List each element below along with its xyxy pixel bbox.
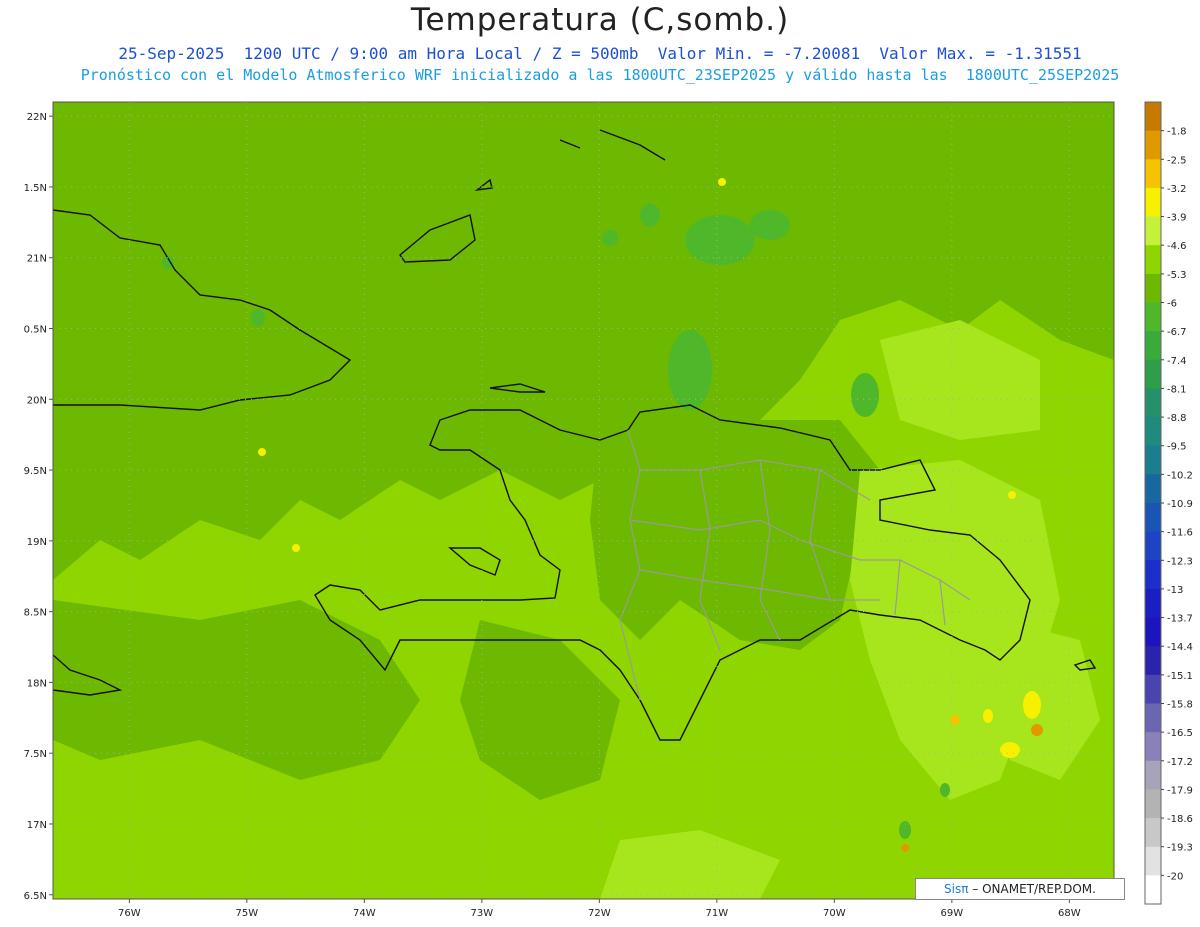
colorbar-label: -11.6: [1167, 528, 1193, 539]
colorbar-label: -3.9: [1167, 213, 1187, 224]
colorbar-label: -15.8: [1167, 700, 1193, 711]
colorbar-label: -6: [1167, 299, 1177, 310]
lon-label: 73W: [471, 908, 494, 919]
colorbar-swatch: [1145, 560, 1161, 590]
colorbar-swatch: [1145, 216, 1161, 246]
lon-label: 76W: [118, 908, 141, 919]
colorbar-label: -14.4: [1167, 642, 1193, 653]
colorbar-swatch: [1145, 531, 1161, 561]
lat-label: 22N: [27, 112, 47, 123]
colorbar-swatch: [1145, 503, 1161, 533]
colorbar-label: -17.9: [1167, 785, 1193, 796]
lon-label: 70W: [823, 908, 846, 919]
colorbar-swatch: [1145, 187, 1161, 218]
lon-label: 71W: [706, 908, 729, 919]
colorbar-swatch: [1145, 388, 1161, 418]
credit-box: Sisπ – ONAMET/REP.DOM.: [915, 878, 1125, 900]
colorbar-swatch: [1145, 102, 1161, 132]
colorbar-label: -2.5: [1167, 155, 1187, 166]
colorbar-swatch: [1145, 789, 1161, 819]
colorbar-swatch: [1145, 674, 1161, 704]
colorbar-swatch: [1145, 273, 1161, 303]
credit-brand: Sisπ: [944, 882, 969, 896]
colorbar-swatch: [1145, 474, 1161, 504]
colorbar-label: -19.3: [1167, 843, 1193, 854]
colorbar-label: -8.8: [1167, 413, 1187, 424]
colorbar-label: -13.7: [1167, 614, 1193, 625]
colorbar-label: -10.2: [1167, 470, 1193, 481]
lat-label: 19N: [27, 537, 47, 548]
colorbar-label: -8.1: [1167, 384, 1187, 395]
colorbar-label: -17.2: [1167, 757, 1193, 768]
lat-label: 8.5N: [24, 608, 47, 619]
colorbar-swatch: [1145, 302, 1161, 332]
colorbar-label: -5.3: [1167, 270, 1187, 281]
lon-label: 75W: [236, 908, 259, 919]
lat-label: 21N: [27, 254, 47, 265]
colorbar-swatch: [1145, 331, 1161, 361]
colorbar-swatch: [1145, 445, 1161, 475]
lat-label: 18N: [27, 678, 47, 689]
colorbar-label: -15.1: [1167, 671, 1193, 682]
lon-label: 68W: [1058, 908, 1081, 919]
lat-label: 6.5N: [24, 891, 47, 902]
lat-label: 1.5N: [24, 183, 47, 194]
lat-label: 17N: [27, 820, 47, 831]
colorbar-label: -1.8: [1167, 127, 1187, 138]
colorbar-label: -6.7: [1167, 327, 1187, 338]
colorbar-label: -4.6: [1167, 241, 1187, 252]
colorbar-label: -16.5: [1167, 728, 1193, 739]
colorbar-label: -18.6: [1167, 814, 1193, 825]
colorbar-label: -13: [1167, 585, 1183, 596]
lon-label: 69W: [941, 908, 964, 919]
lat-label: 7.5N: [24, 749, 47, 760]
colorbar-label: -20: [1167, 871, 1183, 882]
colorbar-swatch: [1145, 617, 1161, 647]
colorbar-swatch: [1145, 130, 1161, 160]
colorbar-swatch: [1145, 703, 1161, 733]
colorbar-swatch: [1145, 159, 1161, 189]
lat-label: 20N: [27, 395, 47, 406]
lat-label: 0.5N: [24, 325, 47, 336]
colorbar-label: -3.2: [1167, 184, 1187, 195]
colorbar-swatch: [1145, 417, 1161, 447]
colorbar-label: -10.9: [1167, 499, 1193, 510]
lon-label: 74W: [353, 908, 376, 919]
colorbar-swatch: [1145, 359, 1161, 389]
colorbar-swatch: [1145, 875, 1161, 905]
colorbar-swatch: [1145, 732, 1161, 762]
credit-text: – ONAMET/REP.DOM.: [968, 882, 1096, 896]
temperature-map: 22N 1.5N 21N 0.5N 20N 9.5N 19N 8.5N 18N 7.5N 17N 6.…: [24, 101, 1193, 919]
colorbar-swatch: [1145, 245, 1161, 275]
colorbar-swatch: [1145, 846, 1161, 876]
colorbar-swatch: [1145, 588, 1161, 619]
lat-label: 9.5N: [24, 466, 47, 477]
colorbar-swatch: [1145, 760, 1161, 790]
colorbar-label: -12.3: [1167, 556, 1193, 567]
colorbar-swatch: [1145, 646, 1161, 676]
colorbar-swatch: [1145, 818, 1161, 848]
colorbar-label: -9.5: [1167, 442, 1187, 453]
colorbar: -1.8 -2.5 -3.2 -3.9 -4.6 -5.3 -6 -6.7 -7.4 -8.1 -8…: [1144, 101, 1193, 905]
lon-label: 72W: [588, 908, 611, 919]
colorbar-label: -7.4: [1167, 356, 1187, 367]
